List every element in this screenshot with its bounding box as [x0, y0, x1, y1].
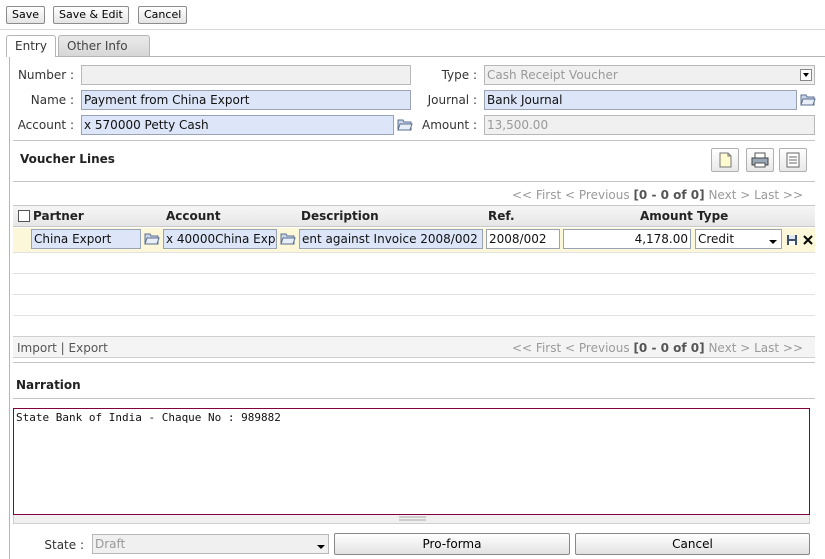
- name-label: Name :: [30, 93, 74, 107]
- delete-x-icon[interactable]: [802, 234, 814, 246]
- dropdown-arrow-icon[interactable]: [800, 69, 812, 81]
- pager-first-link[interactable]: << First: [512, 341, 561, 355]
- type-label: Type :: [441, 68, 477, 82]
- grid-header: [13, 205, 815, 227]
- pager-bottom: << First < Previous [0 - 0 of 0] Next > …: [512, 341, 803, 355]
- proforma-button[interactable]: Pro-forma: [334, 533, 570, 555]
- cancel-button[interactable]: Cancel: [138, 6, 188, 24]
- column-header-amount[interactable]: Amount: [640, 209, 693, 223]
- resize-handle-icon[interactable]: [13, 515, 810, 524]
- folder-open-icon[interactable]: [280, 232, 296, 246]
- print-icon[interactable]: [746, 148, 774, 172]
- voucher-lines-title: Voucher Lines: [20, 152, 115, 166]
- column-header-description[interactable]: Description: [301, 209, 379, 223]
- footer-cancel-button[interactable]: Cancel: [575, 533, 810, 555]
- pager-next-link[interactable]: Next >: [708, 341, 750, 355]
- grid-divider: [13, 294, 815, 295]
- pager-previous-link[interactable]: < Previous: [565, 341, 630, 355]
- folder-open-icon[interactable]: [800, 93, 816, 107]
- name-field[interactable]: Payment from China Export: [81, 90, 411, 110]
- link-divider: |: [60, 341, 65, 355]
- export-link[interactable]: Export: [69, 341, 108, 355]
- pager-top: << First < Previous [0 - 0 of 0] Next > …: [512, 188, 803, 202]
- pager-previous-link[interactable]: < Previous: [565, 188, 630, 202]
- save-edit-button[interactable]: Save & Edit: [53, 6, 129, 24]
- dropdown-arrow-icon[interactable]: [316, 539, 326, 549]
- column-header-account[interactable]: Account: [166, 209, 221, 223]
- folder-open-icon[interactable]: [144, 232, 160, 246]
- row-partner-field[interactable]: China Export: [31, 229, 141, 249]
- state-select[interactable]: Draft: [92, 534, 329, 554]
- number-field[interactable]: [81, 65, 411, 85]
- import-link[interactable]: Import: [17, 341, 57, 355]
- import-export-links: Import | Export: [17, 341, 108, 355]
- narration-title: Narration: [16, 378, 81, 392]
- account-field[interactable]: x 570000 Petty Cash: [81, 115, 394, 135]
- journal-field[interactable]: Bank Journal: [484, 90, 797, 110]
- type-select[interactable]: Cash Receipt Voucher: [484, 65, 815, 85]
- list-view-icon[interactable]: [779, 148, 807, 172]
- floppy-save-icon[interactable]: [786, 234, 798, 246]
- toolbar-divider: [0, 29, 825, 30]
- tab-entry[interactable]: Entry: [6, 35, 56, 57]
- pager-next-link[interactable]: Next >: [708, 188, 750, 202]
- pager-range: [0 - 0 of 0]: [633, 341, 705, 355]
- row-type-value: Credit: [698, 232, 735, 246]
- row-ref-field[interactable]: 2008/002: [486, 229, 560, 249]
- grid-divider: [13, 315, 815, 316]
- column-header-ref[interactable]: Ref.: [488, 209, 515, 223]
- row-account-field[interactable]: x 40000China Export: [163, 229, 277, 249]
- section-divider: [13, 398, 815, 399]
- column-header-type[interactable]: Type: [697, 209, 728, 223]
- grid-divider: [13, 273, 815, 274]
- row-amount-field[interactable]: 4,178.00: [563, 229, 691, 249]
- pager-last-link[interactable]: Last >>: [754, 341, 803, 355]
- pager-first-link[interactable]: << First: [512, 188, 561, 202]
- column-header-partner[interactable]: Partner: [33, 209, 84, 223]
- tab-other-info[interactable]: Other Info: [58, 35, 150, 57]
- type-value: Cash Receipt Voucher: [487, 68, 618, 82]
- state-label: State :: [44, 538, 84, 552]
- dropdown-arrow-icon[interactable]: [768, 234, 778, 244]
- select-all-checkbox[interactable]: [18, 210, 30, 222]
- grid-divider: [13, 252, 815, 253]
- row-type-select[interactable]: Credit: [695, 229, 782, 249]
- journal-label: Journal :: [427, 93, 477, 107]
- section-divider: [13, 362, 815, 363]
- account-label: Account :: [17, 118, 74, 132]
- row-description-field[interactable]: ent against Invoice 2008/002: [299, 229, 483, 249]
- narration-textarea[interactable]: State Bank of India - Chaque No : 989882: [13, 408, 810, 515]
- pager-range: [0 - 0 of 0]: [633, 188, 705, 202]
- section-divider: [13, 140, 815, 141]
- state-value: Draft: [95, 537, 126, 551]
- number-label: Number :: [17, 68, 74, 82]
- save-button[interactable]: Save: [6, 6, 46, 24]
- new-document-icon[interactable]: [711, 148, 739, 172]
- section-divider: [13, 181, 815, 182]
- pager-last-link[interactable]: Last >>: [754, 188, 803, 202]
- amount-label: Amount :: [421, 118, 477, 132]
- amount-field[interactable]: 13,500.00: [484, 115, 815, 135]
